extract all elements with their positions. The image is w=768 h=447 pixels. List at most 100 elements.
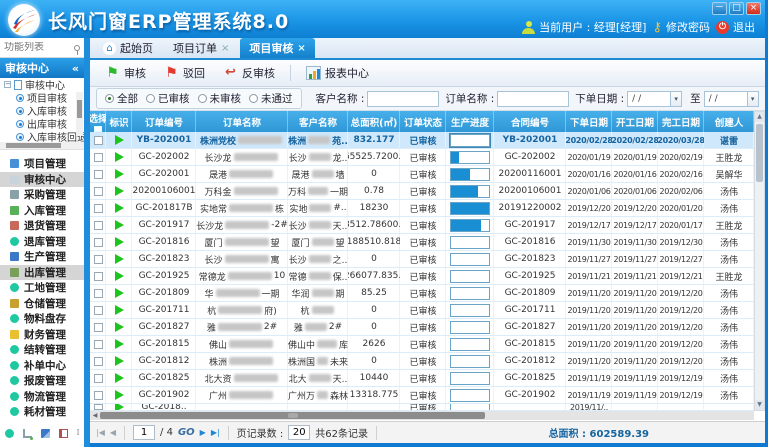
toolbar-button[interactable]: 反审核 xyxy=(216,63,282,83)
order-name-input[interactable] xyxy=(497,91,569,107)
collapse-icon[interactable]: « xyxy=(72,62,79,75)
tree-horizontal-scrollbar[interactable] xyxy=(0,142,84,149)
table-row[interactable]: GC-201812 株洲 株洲国未来 0 已审核 GC-201812 2019/… xyxy=(90,353,754,370)
logout-button[interactable]: ⏻ 退出 xyxy=(716,19,755,35)
table-row[interactable]: YB-202001 株洲党校 株洲苑.. 832.177 已审核 YB-2020… xyxy=(90,132,754,149)
sidebar-item-仓储管理[interactable]: 仓储管理 xyxy=(0,296,84,312)
table-row[interactable]: GC-201902 广州 广州万森林 13318.775 已审核 GC-2019… xyxy=(90,387,754,404)
tab-起始页[interactable]: ⌂ 起始页 × xyxy=(94,38,162,58)
table-row[interactable]: GC-202002 长沙龙 长沙龙.. 65525.7200.. 已审核 GC-… xyxy=(90,149,754,166)
grid-header-cell[interactable]: 生产进度 xyxy=(446,111,494,132)
scroll-up-icon[interactable]: ▲ xyxy=(755,112,764,122)
book-icon[interactable] xyxy=(59,429,68,438)
table-row[interactable]: GC-201809 华一期 华润期 85.25 已审核 GC-201809 20… xyxy=(90,285,754,302)
minimize-button[interactable]: － xyxy=(712,2,727,15)
status-radio[interactable]: 未通过 xyxy=(249,91,293,106)
grid-horizontal-scrollbar[interactable]: ◀ xyxy=(90,411,754,420)
row-checkbox[interactable] xyxy=(94,153,103,162)
sidebar-item-退货管理[interactable]: 退货管理 xyxy=(0,218,84,234)
sidebar-item-财务管理[interactable]: 财务管理 xyxy=(0,327,84,343)
sidebar-item-工地管理[interactable]: 工地管理 xyxy=(0,280,84,296)
grid-header-cell[interactable]: 总面积(㎡) xyxy=(348,111,400,132)
tab-项目审核[interactable]: ⌂ 项目审核 × xyxy=(240,38,314,58)
grid-header-cell[interactable]: 下单日期 xyxy=(566,111,612,132)
sidebar-item-结转管理[interactable]: 结转管理 xyxy=(0,342,84,358)
more-icon[interactable]: ⁞ xyxy=(77,429,80,438)
status-radio[interactable]: 未审核 xyxy=(198,91,242,106)
sidebar-item-退库管理[interactable]: 退库管理 xyxy=(0,234,84,250)
row-checkbox[interactable] xyxy=(94,136,103,145)
table-row[interactable]: GC-201711 杭府) 杭 0 已审核 GC-201711 2019/11/… xyxy=(90,302,754,319)
chevron-down-icon[interactable]: ▾ xyxy=(748,91,759,107)
row-checkbox[interactable] xyxy=(94,204,103,213)
table-row[interactable]: GC-201815 佛山 佛山中库 2626 已审核 GC-201815 201… xyxy=(90,336,754,353)
row-checkbox[interactable] xyxy=(94,323,103,332)
brush-icon[interactable] xyxy=(41,429,50,438)
row-checkbox[interactable] xyxy=(94,221,103,230)
grid-header-cell[interactable]: 客户名称 xyxy=(288,111,348,132)
sidebar-item-生产管理[interactable]: 生产管理 xyxy=(0,249,84,265)
module-dot-icon[interactable] xyxy=(5,429,14,438)
tree-collapse-icon[interactable]: − xyxy=(4,81,11,88)
status-radio[interactable]: 已审核 xyxy=(146,91,190,106)
row-checkbox[interactable] xyxy=(94,404,103,410)
table-row[interactable]: GC-201917 长沙龙-2# 长沙天.. 8512.78600.. 已审核 … xyxy=(90,217,754,234)
row-checkbox[interactable] xyxy=(94,340,103,349)
table-row[interactable]: GC-201823 长沙寓 长沙之.. 0 已审核 GC-201823 2019… xyxy=(90,251,754,268)
sidebar-item-审核中心[interactable]: 审核中心 xyxy=(0,172,84,188)
close-button[interactable]: × xyxy=(746,2,761,15)
sidebar-item-耗材管理[interactable]: 耗材管理 xyxy=(0,404,84,420)
grid-header-cell[interactable]: 完工日期 xyxy=(658,111,704,132)
sidebar-item-入库管理[interactable]: 入库管理 xyxy=(0,203,84,219)
toolbar-button[interactable]: 审核 xyxy=(98,63,153,83)
page-size-input[interactable] xyxy=(288,425,310,440)
row-checkbox[interactable] xyxy=(94,255,103,264)
tab-close-icon[interactable]: × xyxy=(221,43,229,54)
vertical-scroll-thumb[interactable] xyxy=(756,124,763,182)
grid-header-cell[interactable]: 合同编号 xyxy=(494,111,566,132)
scroll-down-icon[interactable]: ▼ xyxy=(755,400,764,410)
first-page-button[interactable]: |◀ xyxy=(96,428,105,437)
table-row[interactable]: GC-201816 厦门望 厦门望 188510.818 已审核 GC-2018… xyxy=(90,234,754,251)
page-number-input[interactable] xyxy=(133,425,155,440)
tab-项目订单[interactable]: ⌂ 项目订单 × xyxy=(164,38,238,58)
table-row[interactable]: GC-201925 常德龙10 常德保.. 266077.835.. 已审核 G… xyxy=(90,268,754,285)
sidebar-item-物流管理[interactable]: 物流管理 xyxy=(0,389,84,405)
cart-icon[interactable] xyxy=(23,429,32,438)
grid-header-cell[interactable]: 选择 xyxy=(90,111,106,132)
sidebar-item-物料盘存[interactable]: 物料盘存 xyxy=(0,311,84,327)
grid-header-cell[interactable]: 订单状态 xyxy=(400,111,446,132)
customer-name-input[interactable] xyxy=(367,91,439,107)
row-checkbox[interactable] xyxy=(94,272,103,281)
sidebar-item-出库管理[interactable]: 出库管理 xyxy=(0,265,84,281)
row-checkbox[interactable] xyxy=(94,374,103,383)
go-button[interactable]: GO xyxy=(178,427,195,438)
table-row[interactable]: GC-202001 晟港 晟港墙 0 已审核 20200116001 2020/… xyxy=(90,166,754,183)
row-checkbox[interactable] xyxy=(94,306,103,315)
prev-page-button[interactable]: ◀ xyxy=(110,428,116,437)
order-date-to-value[interactable]: / / xyxy=(704,91,748,107)
next-page-button[interactable]: ▶ xyxy=(200,428,206,437)
grid-header-cell[interactable]: 标识 xyxy=(106,111,132,132)
row-checkbox[interactable] xyxy=(94,391,103,400)
sidebar-item-报废管理[interactable]: 报废管理 xyxy=(0,373,84,389)
horizontal-scroll-thumb[interactable] xyxy=(100,412,485,419)
grid-vertical-scrollbar[interactable]: ▲ ▼ xyxy=(754,111,765,411)
pin-icon[interactable] xyxy=(74,45,80,51)
status-radio[interactable]: 全部 xyxy=(105,91,138,106)
table-row[interactable]: 20200106001 万科金 万科一期 0.78 已审核 2020010600… xyxy=(90,183,754,200)
table-row[interactable]: GC-201825 北大资 北大天.. 10440 已审核 GC-201825 … xyxy=(90,370,754,387)
row-checkbox[interactable] xyxy=(94,357,103,366)
toolbar-button[interactable]: 驳回 xyxy=(157,63,212,83)
row-checkbox[interactable] xyxy=(94,289,103,298)
toolbar-button[interactable]: 报表中心 xyxy=(299,63,376,83)
sidebar-item-采购管理[interactable]: 采购管理 xyxy=(0,187,84,203)
table-row[interactable]: GC-201827 雅2# 雅2# 0 已审核 GC-201827 2019/1… xyxy=(90,319,754,336)
row-checkbox[interactable] xyxy=(94,238,103,247)
grid-header-cell[interactable]: 订单编号 xyxy=(132,111,196,132)
tree-vertical-scrollbar[interactable] xyxy=(76,92,83,136)
sidebar-item-项目管理[interactable]: 项目管理 xyxy=(0,156,84,172)
scroll-left-icon[interactable]: ◀ xyxy=(90,412,100,419)
grid-header-cell[interactable]: 订单名称 xyxy=(196,111,288,132)
maximize-button[interactable]: □ xyxy=(729,2,744,15)
